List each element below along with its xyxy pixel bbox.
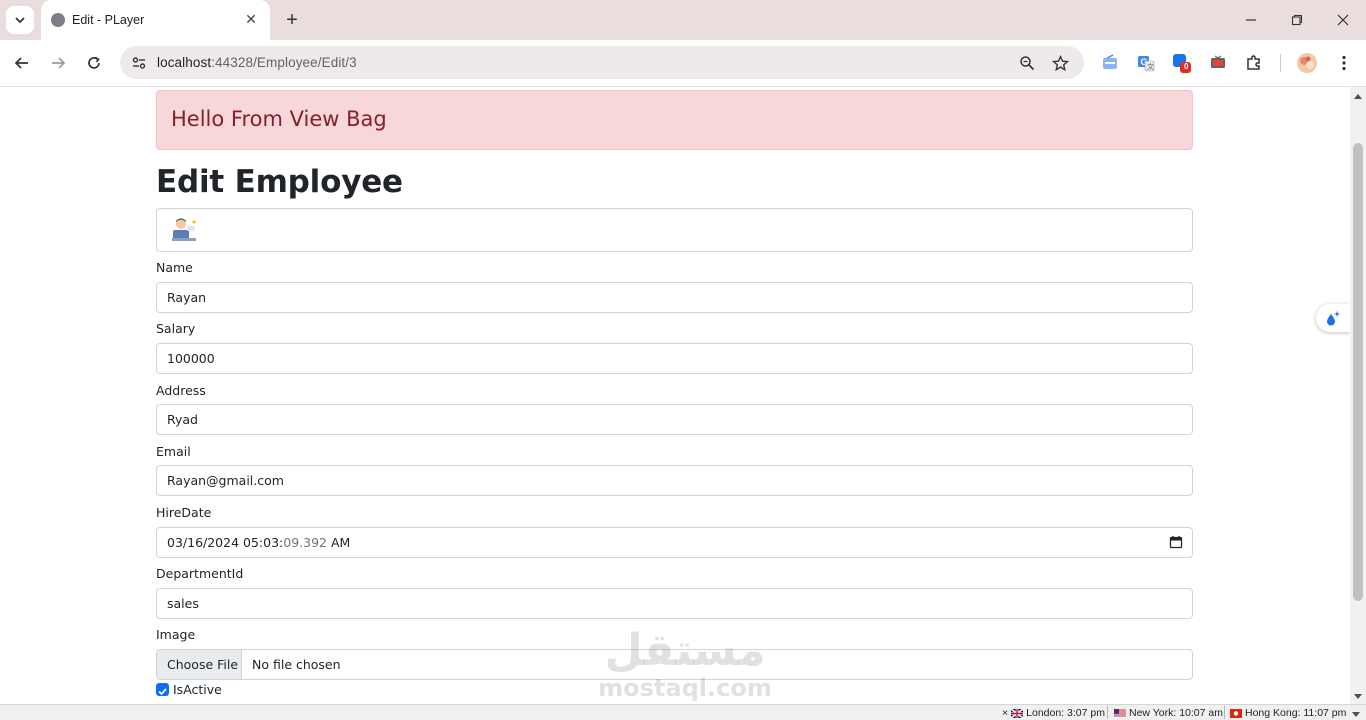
page-scrollbar[interactable] <box>1350 87 1366 704</box>
hiredate-ampm: AM <box>331 535 351 550</box>
more-menu-icon[interactable] <box>1333 52 1355 74</box>
svg-text:文: 文 <box>1147 62 1154 71</box>
isactive-label: IsActive <box>173 682 222 697</box>
email-label: Email <box>156 444 191 459</box>
file-status: No file chosen <box>252 657 341 672</box>
email-input[interactable]: Rayan@gmail.com <box>156 465 1193 496</box>
status-divider <box>1107 706 1108 719</box>
department-label: DepartmentId <box>156 566 244 581</box>
watermark-arabic: مستقل <box>604 625 766 676</box>
profile-avatar[interactable] <box>1296 52 1318 74</box>
clock-london: × London: 3:07 pm <box>1002 707 1105 719</box>
salary-input[interactable]: 100000 <box>156 343 1193 374</box>
tv-extension-icon[interactable] <box>1207 52 1229 74</box>
zoom-icon[interactable] <box>1016 52 1038 74</box>
restore-icon[interactable] <box>1274 0 1320 40</box>
address-input[interactable]: Ryad <box>156 404 1193 435</box>
name-label: Name <box>156 260 193 275</box>
address-bar[interactable]: localhost:44328/Employee/Edit/3 <box>120 46 1084 79</box>
toolbar-divider <box>1280 54 1281 72</box>
reload-button[interactable] <box>80 49 108 77</box>
scroll-down-arrow-icon[interactable] <box>1350 690 1366 704</box>
back-button[interactable] <box>8 49 36 77</box>
new-tab-button[interactable]: + <box>280 8 304 32</box>
hong-kong-flag-icon <box>1230 708 1242 718</box>
side-assistant-button[interactable] <box>1316 304 1350 332</box>
active-tab[interactable]: Edit - PLayer ✕ <box>41 0 270 40</box>
forward-button[interactable] <box>44 49 72 77</box>
address-value: Ryad <box>167 412 198 427</box>
name-input[interactable]: Rayan <box>156 282 1193 313</box>
hiredate-label: HireDate <box>156 505 212 520</box>
choose-file-label: Choose File <box>167 657 239 672</box>
image-label: Image <box>156 627 196 642</box>
tab-strip: Edit - PLayer ✕ + <box>0 0 1366 40</box>
extension-badge: 0 <box>1184 62 1189 71</box>
london-time: London: 3:07 pm <box>1026 707 1105 719</box>
clock-new-york: New York: 10:07 am <box>1114 707 1223 719</box>
new-york-time: New York: 10:07 am <box>1129 707 1223 719</box>
page-viewport: Hello From View Bag Edit Employee Name R… <box>0 87 1350 704</box>
scroll-up-arrow-icon[interactable] <box>1350 89 1366 103</box>
globe-icon <box>51 13 65 27</box>
chevron-down-icon <box>15 17 25 24</box>
url-host: localhost <box>157 55 212 70</box>
tab-title: Edit - PLayer <box>72 13 145 27</box>
hong-kong-time: Hong Kong: 11:07 pm <box>1245 707 1347 719</box>
extensions-puzzle-icon[interactable] <box>1243 52 1265 74</box>
arrow-left-icon <box>14 57 28 69</box>
minimize-icon[interactable] <box>1228 0 1274 40</box>
email-value: Rayan@gmail.com <box>167 473 284 488</box>
close-clock-icon[interactable]: × <box>1002 707 1008 719</box>
hiredate-main: 03/16/2024 05:03: <box>167 535 284 550</box>
status-expand-icon[interactable] <box>1352 709 1360 720</box>
page-title: Edit Employee <box>156 164 403 200</box>
close-window-icon[interactable] <box>1320 0 1366 40</box>
sparkle-drop-icon <box>1327 311 1340 326</box>
scroll-thumb[interactable] <box>1353 143 1363 601</box>
world-clock-bar: × London: 3:07 pm New York: 10:07 am Hon… <box>0 704 1366 720</box>
salary-label: Salary <box>156 321 196 336</box>
department-value: sales <box>167 596 199 611</box>
employee-image-box <box>156 208 1193 252</box>
choose-file-button[interactable]: Choose File <box>157 650 242 679</box>
browser-toolbar: localhost:44328/Employee/Edit/3 G文 0 <box>0 40 1366 87</box>
address-label: Address <box>156 383 206 398</box>
watermark-latin: mostaql.com <box>598 674 772 702</box>
notification-extension-icon[interactable]: 0 <box>1171 52 1193 74</box>
hiredate-input[interactable]: 03/16/2024 05:03:09.392 AM <box>156 527 1193 558</box>
status-divider <box>1224 706 1225 719</box>
hiredate-value: 03/16/2024 05:03:09.392 AM <box>167 535 350 550</box>
checkmark-icon <box>158 688 167 696</box>
bookmark-star-icon[interactable] <box>1049 52 1071 74</box>
name-value: Rayan <box>167 290 207 305</box>
arrow-right-icon <box>52 57 66 69</box>
employee-avatar-icon <box>172 218 196 241</box>
close-tab-icon[interactable]: ✕ <box>241 10 261 30</box>
reload-icon <box>88 56 100 69</box>
hiredate-ms: 09.392 <box>283 535 328 550</box>
cast-extension-icon[interactable] <box>1099 52 1121 74</box>
department-input[interactable]: sales <box>156 588 1193 619</box>
us-flag-icon <box>1114 708 1126 718</box>
uk-flag-icon <box>1011 708 1024 718</box>
tab-search-button[interactable] <box>6 6 34 34</box>
translate-extension-icon[interactable]: G文 <box>1135 52 1157 74</box>
site-settings-icon[interactable] <box>128 52 150 74</box>
calendar-icon[interactable] <box>1169 535 1183 549</box>
salary-value: 100000 <box>167 351 215 366</box>
viewbag-alert: Hello From View Bag <box>156 90 1193 150</box>
isactive-checkbox[interactable] <box>156 683 169 696</box>
url-path: :44328/Employee/Edit/3 <box>211 55 357 70</box>
clock-hong-kong: Hong Kong: 11:07 pm <box>1230 707 1346 719</box>
alert-text: Hello From View Bag <box>171 107 387 131</box>
watermark: مستقل mostaql.com <box>590 625 780 702</box>
url-text: localhost:44328/Employee/Edit/3 <box>157 55 357 70</box>
